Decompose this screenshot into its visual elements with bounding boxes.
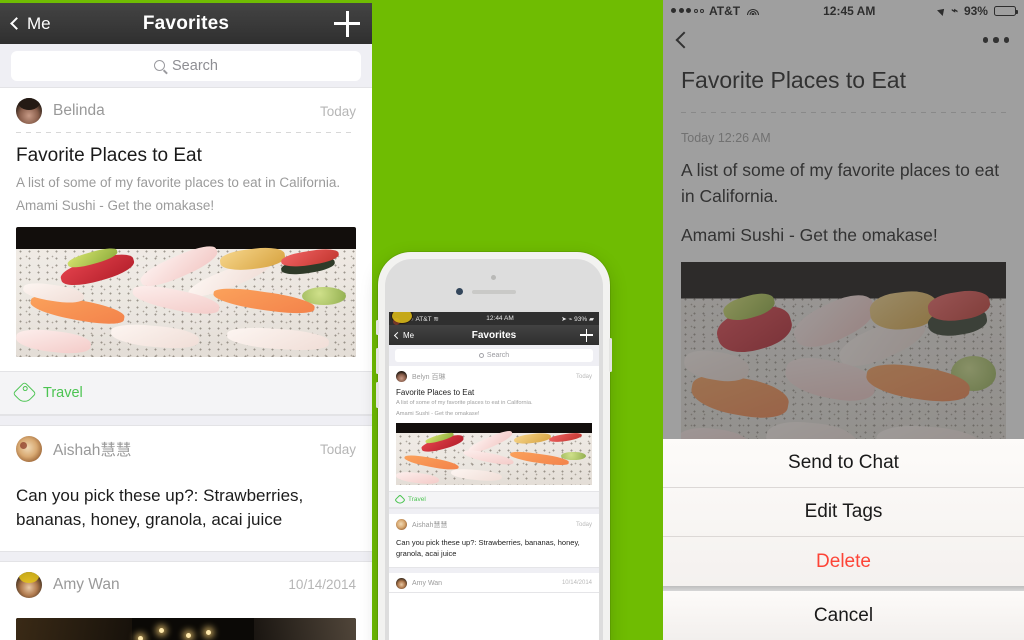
mock-navbar: Me Favorites: [389, 325, 599, 345]
post-desc-line1: A list of some of my favorite places to …: [16, 175, 341, 190]
tag-icon: [394, 494, 405, 505]
chevron-left-icon: [393, 331, 402, 339]
post-body: Can you pick these up?: Strawberries, ba…: [16, 486, 304, 530]
tag-icon: [12, 381, 36, 405]
post-header: Aishah慧慧 Today: [0, 426, 372, 470]
earpiece-speaker: [472, 290, 516, 294]
post-date: Today: [575, 521, 592, 528]
search-icon: [478, 353, 484, 358]
page-title: Favorites: [142, 12, 230, 34]
search-placeholder: Search: [172, 57, 218, 74]
post-header: Belinda Today: [0, 88, 372, 132]
left-panel-favorites-list: Me Favorites Search Belinda Today Favori…: [0, 0, 372, 640]
left-navbar: Me Favorites: [0, 3, 372, 44]
action-sheet-group: Send to Chat Edit Tags Delete: [663, 439, 1024, 586]
chevron-left-icon: [10, 17, 23, 30]
proximity-sensor-icon: [491, 275, 496, 280]
volume-down-button: [376, 382, 379, 408]
author-name: Aishah慧慧: [53, 442, 132, 460]
front-camera-icon: [456, 288, 463, 295]
volume-up-button: [376, 348, 379, 374]
tag-label: Travel: [408, 496, 426, 504]
post-desc-line2: Amami Sushi - Get the omakase!: [16, 198, 215, 214]
search-input[interactable]: Search: [11, 50, 361, 81]
avatar: [396, 371, 407, 382]
list-item[interactable]: Amy Wan 10/14/2014: [0, 560, 372, 640]
author-name: Aishah慧慧: [412, 521, 448, 529]
tag-row[interactable]: Travel: [0, 371, 372, 416]
action-edit-tags[interactable]: Edit Tags: [663, 488, 1024, 537]
post-date: Today: [575, 373, 592, 380]
avatar: [396, 577, 407, 589]
post-title: Favorite Places to Eat: [396, 388, 475, 397]
list-item[interactable]: Aishah慧慧 Today Can you pick these up?: S…: [0, 425, 372, 552]
phone-bezel: ●●●○○ AT&T ≋ 12:44 AM ➤ ⌁ 93% ▰ Me Favor…: [385, 259, 603, 640]
author-name: Belinda: [53, 102, 105, 119]
action-sheet: Send to Chat Edit Tags Delete Cancel: [663, 439, 1024, 640]
mock-post-header: Amy Wan 10/14/2014: [389, 573, 599, 592]
mock-search-input[interactable]: Search: [395, 349, 593, 362]
post-date: 10/14/2014: [288, 577, 356, 593]
iphone-mockup: ●●●○○ AT&T ≋ 12:44 AM ➤ ⌁ 93% ▰ Me Favor…: [376, 252, 612, 640]
mock-time: 12:44 AM: [486, 315, 514, 322]
plus-icon[interactable]: [580, 328, 593, 342]
section-gap: [0, 551, 372, 561]
back-button-label: Me: [27, 13, 51, 33]
feed-list[interactable]: Belinda Today Favorite Places to Eat A l…: [0, 87, 372, 640]
action-cancel[interactable]: Cancel: [663, 591, 1024, 640]
post-body: Can you pick these up?: Strawberries, ba…: [396, 538, 580, 558]
avatar: [396, 519, 407, 531]
mute-switch: [376, 320, 379, 335]
author-name: Belyn 百琳: [412, 373, 446, 381]
post-image-street[interactable]: [16, 617, 356, 640]
author-name: Amy Wan: [412, 579, 443, 587]
post-header: Amy Wan 10/14/2014: [0, 562, 372, 606]
mock-post-header: Aishah慧慧 Today: [389, 514, 599, 533]
tag-label: Travel: [43, 385, 83, 402]
power-button: [609, 338, 612, 372]
mock-list-item[interactable]: Aishah慧慧 Today Can you pick these up?: S…: [389, 514, 599, 568]
tag-row[interactable]: Travel: [389, 491, 599, 509]
mock-post-header: Belyn 百琳 Today: [389, 366, 599, 385]
mock-battery: ➤ ⌁ 93% ▰: [561, 315, 594, 323]
mock-back-button[interactable]: Me: [393, 330, 415, 340]
mock-search-container: Search: [389, 345, 599, 366]
center-panel-device-mockup: ●●●○○ AT&T ≋ 12:44 AM ➤ ⌁ 93% ▰ Me Favor…: [372, 0, 663, 640]
mock-list-item[interactable]: Amy Wan 10/14/2014: [389, 572, 599, 593]
mock-page-title: Favorites: [471, 329, 517, 341]
post-image-sushi[interactable]: [396, 423, 592, 486]
mock-search-placeholder: Search: [486, 352, 510, 359]
post-date: 10/14/2014: [561, 580, 592, 587]
post-image-sushi[interactable]: [16, 227, 356, 358]
post-date: Today: [319, 103, 356, 119]
avatar: [16, 571, 42, 598]
action-send-to-chat[interactable]: Send to Chat: [663, 439, 1024, 488]
post-title: Favorite Places to Eat: [16, 145, 202, 166]
post-date: Today: [319, 441, 356, 457]
back-button[interactable]: Me: [10, 13, 51, 34]
plus-icon[interactable]: [334, 10, 360, 37]
mock-back-label: Me: [403, 330, 415, 340]
right-panel-detail-view: AT&T 12:45 AM ⌁ 93% Favorite Places to E…: [663, 0, 1024, 640]
phone-screen: ●●●○○ AT&T ≋ 12:44 AM ➤ ⌁ 93% ▰ Me Favor…: [389, 312, 599, 640]
list-item[interactable]: Belinda Today Favorite Places to Eat A l…: [0, 87, 372, 417]
avatar: [16, 98, 42, 124]
action-delete[interactable]: Delete: [663, 537, 1024, 586]
search-bar-container: Search: [0, 44, 372, 87]
search-icon: [154, 60, 166, 71]
mock-status-bar: ●●●○○ AT&T ≋ 12:44 AM ➤ ⌁ 93% ▰: [389, 312, 599, 325]
section-gap: [0, 416, 372, 426]
author-name: Amy Wan: [53, 575, 120, 593]
mock-list-item[interactable]: Belyn 百琳 Today Favorite Places to Eat A …: [389, 366, 599, 510]
screenshot-root: Me Favorites Search Belinda Today Favori…: [0, 0, 1024, 640]
avatar: [16, 436, 42, 463]
post-desc-line2: Amami Sushi - Get the omakase!: [396, 410, 480, 417]
post-desc-line1: A list of some of my favorite places to …: [396, 400, 533, 406]
